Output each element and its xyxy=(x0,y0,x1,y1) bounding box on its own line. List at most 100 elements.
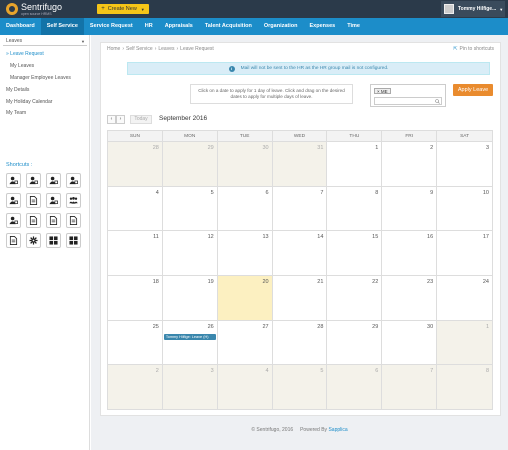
calendar-day[interactable]: 4 xyxy=(108,186,163,232)
shortcut-button[interactable] xyxy=(66,213,81,228)
nav-item-service-request[interactable]: Service Request xyxy=(84,18,139,35)
shortcut-button[interactable] xyxy=(66,233,81,248)
calendar-day[interactable]: 5 xyxy=(162,186,218,232)
module-select-value: Leaves xyxy=(6,38,23,44)
shortcut-button[interactable] xyxy=(6,213,21,228)
calendar-day[interactable]: 27 xyxy=(217,320,273,366)
breadcrumb-item[interactable]: Leaves xyxy=(158,46,174,52)
calendar-day[interactable]: 11 xyxy=(108,231,163,276)
calendar-day[interactable]: 7 xyxy=(272,186,328,232)
calendar-day[interactable]: 23 xyxy=(382,276,438,321)
day-number: 3 xyxy=(210,368,214,375)
calendar-day[interactable]: 13 xyxy=(217,231,273,276)
nav-item-talent-acquisition[interactable]: Talent Acquisition xyxy=(199,18,258,35)
shortcut-button[interactable] xyxy=(6,233,21,248)
shortcut-button[interactable] xyxy=(6,173,21,188)
next-month-button[interactable]: › xyxy=(116,115,125,124)
shortcut-button[interactable] xyxy=(46,213,61,228)
calendar-day[interactable]: 8 xyxy=(327,186,383,232)
calendar-day[interactable]: 3 xyxy=(437,142,492,187)
shortcut-button[interactable] xyxy=(6,193,21,208)
calendar-day[interactable]: 18 xyxy=(108,276,163,321)
calendar-day[interactable]: 25 xyxy=(108,320,163,366)
footer-powered-link[interactable]: Sapplica xyxy=(328,427,347,433)
shortcut-button[interactable] xyxy=(46,233,61,248)
calendar-day[interactable]: 28 xyxy=(272,320,328,366)
calendar-day[interactable]: 16 xyxy=(382,231,438,276)
calendar-day-today[interactable]: 20 xyxy=(217,276,273,321)
calendar-day[interactable]: 8 xyxy=(437,365,492,410)
nav-item-hr[interactable]: HR xyxy=(139,18,159,35)
calendar-day[interactable]: 6 xyxy=(327,365,383,410)
calendar-day[interactable]: 17 xyxy=(437,231,492,276)
employee-picker[interactable]: × ME xyxy=(370,84,446,107)
calendar-day[interactable]: 14 xyxy=(272,231,328,276)
shortcut-button[interactable] xyxy=(66,193,81,208)
nav-item-time[interactable]: Time xyxy=(341,18,366,35)
shortcut-button[interactable] xyxy=(26,193,41,208)
pin-to-shortcuts[interactable]: ⇱ Pin to shortcuts xyxy=(453,46,494,52)
logo[interactable]: Sentrifugo open source HRMS xyxy=(6,2,62,16)
calendar-day[interactable]: 9 xyxy=(382,186,438,232)
calendar-day[interactable]: 4 xyxy=(217,365,273,410)
calendar-day[interactable]: 22 xyxy=(327,276,383,321)
shortcut-button[interactable] xyxy=(26,233,41,248)
calendar-day[interactable]: 29 xyxy=(327,320,383,366)
day-number: 26 xyxy=(207,323,214,330)
calendar-day[interactable]: 15 xyxy=(327,231,383,276)
employee-search-input[interactable] xyxy=(374,97,442,105)
selected-employee-tag[interactable]: × ME xyxy=(374,88,391,94)
calendar-day[interactable]: 2 xyxy=(382,142,438,187)
nav-item-organization[interactable]: Organization xyxy=(258,18,304,35)
shortcut-button[interactable] xyxy=(46,173,61,188)
calendar-day[interactable]: 19 xyxy=(162,276,218,321)
calendar-day[interactable]: 26 Tommy Hilfige: Leave (H) xyxy=(162,320,218,366)
leave-event[interactable]: Tommy Hilfige: Leave (H) xyxy=(163,333,216,340)
sidebar-item-my-leaves[interactable]: My Leaves xyxy=(10,63,34,69)
sidebar-item-my-holiday-calendar[interactable]: My Holiday Calendar xyxy=(6,99,52,105)
calendar-day[interactable]: 30 xyxy=(382,320,438,366)
shortcut-button[interactable] xyxy=(66,173,81,188)
nav-item-expenses[interactable]: Expenses xyxy=(304,18,342,35)
create-new-button[interactable]: + Create New ▼ xyxy=(97,4,149,14)
calendar-day[interactable]: 5 xyxy=(272,365,328,410)
module-select[interactable]: Leaves ▼ xyxy=(3,37,87,46)
calendar-day[interactable]: 6 xyxy=(217,186,273,232)
day-number: 22 xyxy=(372,279,379,285)
calendar-nav: ‹ › xyxy=(107,115,125,124)
calendar-day[interactable]: 3 xyxy=(162,365,218,410)
today-button[interactable]: Today xyxy=(130,115,152,124)
calendar-day[interactable]: 10 xyxy=(437,187,492,232)
nav-item-appraisals[interactable]: Appraisals xyxy=(159,18,199,35)
nav-item-self-service[interactable]: Self Service xyxy=(40,18,84,35)
nav-item-dashboard[interactable]: Dashboard xyxy=(0,18,41,35)
calendar-day[interactable]: 28 xyxy=(108,142,163,187)
calendar-day[interactable]: 2 xyxy=(108,365,163,410)
apply-leave-button[interactable]: Apply Leave xyxy=(453,84,493,96)
sidebar-item-my-details[interactable]: My Details xyxy=(6,87,29,93)
day-number: 11 xyxy=(153,234,159,241)
calendar-day[interactable]: 21 xyxy=(272,276,328,321)
calendar-day[interactable]: 1 xyxy=(437,320,492,366)
shortcut-button[interactable] xyxy=(26,213,41,228)
calendar-day[interactable]: 24 xyxy=(437,276,492,321)
shortcut-button[interactable] xyxy=(46,193,61,208)
day-number: 21 xyxy=(317,279,324,285)
calendar-day[interactable]: 7 xyxy=(382,365,438,410)
sidebar-item-my-team[interactable]: My Team xyxy=(6,110,26,116)
shortcut-button[interactable] xyxy=(26,173,41,188)
sidebar-item-manager-employee-leaves[interactable]: Manager Employee Leaves xyxy=(10,75,71,81)
calendar-day[interactable]: 30 xyxy=(217,142,273,187)
calendar-day[interactable]: 31 xyxy=(272,142,328,187)
breadcrumb-item[interactable]: Home xyxy=(107,46,120,52)
prev-month-button[interactable]: ‹ xyxy=(107,115,116,124)
user-menu[interactable]: Tommy Hilfige... ▼ xyxy=(441,1,505,17)
sidebar-item-leave-request[interactable]: » Leave Request xyxy=(6,51,44,57)
day-number: 7 xyxy=(320,189,324,196)
user-name: Tommy Hilfige... xyxy=(458,6,497,12)
calendar-day[interactable]: 1 xyxy=(327,142,383,187)
calendar-day[interactable]: 12 xyxy=(162,231,218,276)
breadcrumb-item[interactable]: Self Service xyxy=(126,46,153,52)
calendar-day[interactable]: 29 xyxy=(162,142,218,187)
day-number: 2 xyxy=(430,145,434,151)
